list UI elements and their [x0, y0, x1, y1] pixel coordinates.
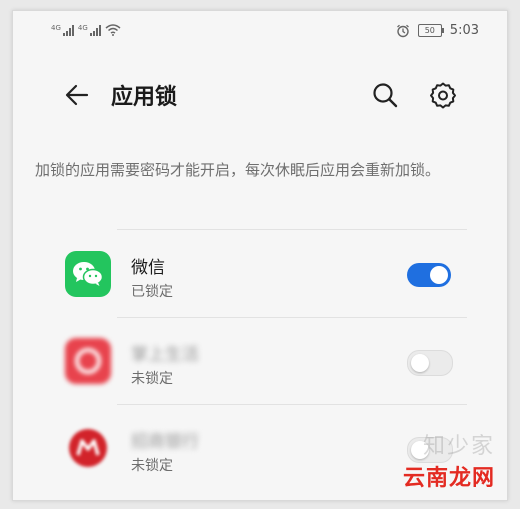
- watermark-line-1: 知少家: [422, 434, 495, 459]
- app-name: 微信: [131, 258, 165, 278]
- status-bar: 4G 4G 50 5:03: [13, 11, 507, 45]
- app-bar: 应用锁: [13, 71, 507, 119]
- lock-status: 未锁定: [131, 458, 173, 474]
- battery-icon: 50: [417, 24, 444, 37]
- app-name: 招商银行: [131, 432, 199, 452]
- app-icon-blurred: [65, 338, 111, 384]
- signal-icon-2: 4G: [78, 25, 101, 36]
- alarm-icon: [396, 24, 409, 37]
- page-title: 应用锁: [111, 85, 178, 110]
- status-left: 4G 4G: [51, 24, 121, 36]
- clock: 5:03: [449, 23, 479, 38]
- app-name: 掌上生活: [131, 345, 199, 365]
- lock-status: 未锁定: [131, 371, 173, 387]
- lock-toggle[interactable]: [407, 350, 453, 376]
- divider: [117, 229, 467, 230]
- lock-status: 已锁定: [131, 284, 173, 300]
- watermark: 知少家 云南龙网: [403, 428, 495, 492]
- app-row-wechat[interactable]: 微信 已锁定: [13, 233, 507, 319]
- gear-icon[interactable]: [429, 81, 457, 109]
- search-icon[interactable]: [371, 81, 399, 109]
- divider: [117, 317, 467, 318]
- status-right: 50 5:03: [396, 23, 479, 38]
- divider: [117, 404, 467, 405]
- description-text: 加锁的应用需要密码才能开启，每次休眠后应用会重新加锁。: [35, 161, 441, 179]
- watermark-line-2: 云南龙网: [402, 466, 495, 491]
- back-arrow-icon[interactable]: [63, 81, 91, 109]
- wifi-icon: [105, 24, 121, 36]
- app-row-2[interactable]: 掌上生活 未锁定: [13, 320, 507, 406]
- cmb-icon: [65, 425, 111, 471]
- signal-icon: 4G: [51, 25, 74, 36]
- phone-screen: 4G 4G 50 5:03 应用锁 加锁的应用需要密码才能开启，每次休眠后应用会…: [12, 10, 508, 501]
- lock-toggle[interactable]: [407, 263, 451, 287]
- wechat-icon: [65, 251, 111, 297]
